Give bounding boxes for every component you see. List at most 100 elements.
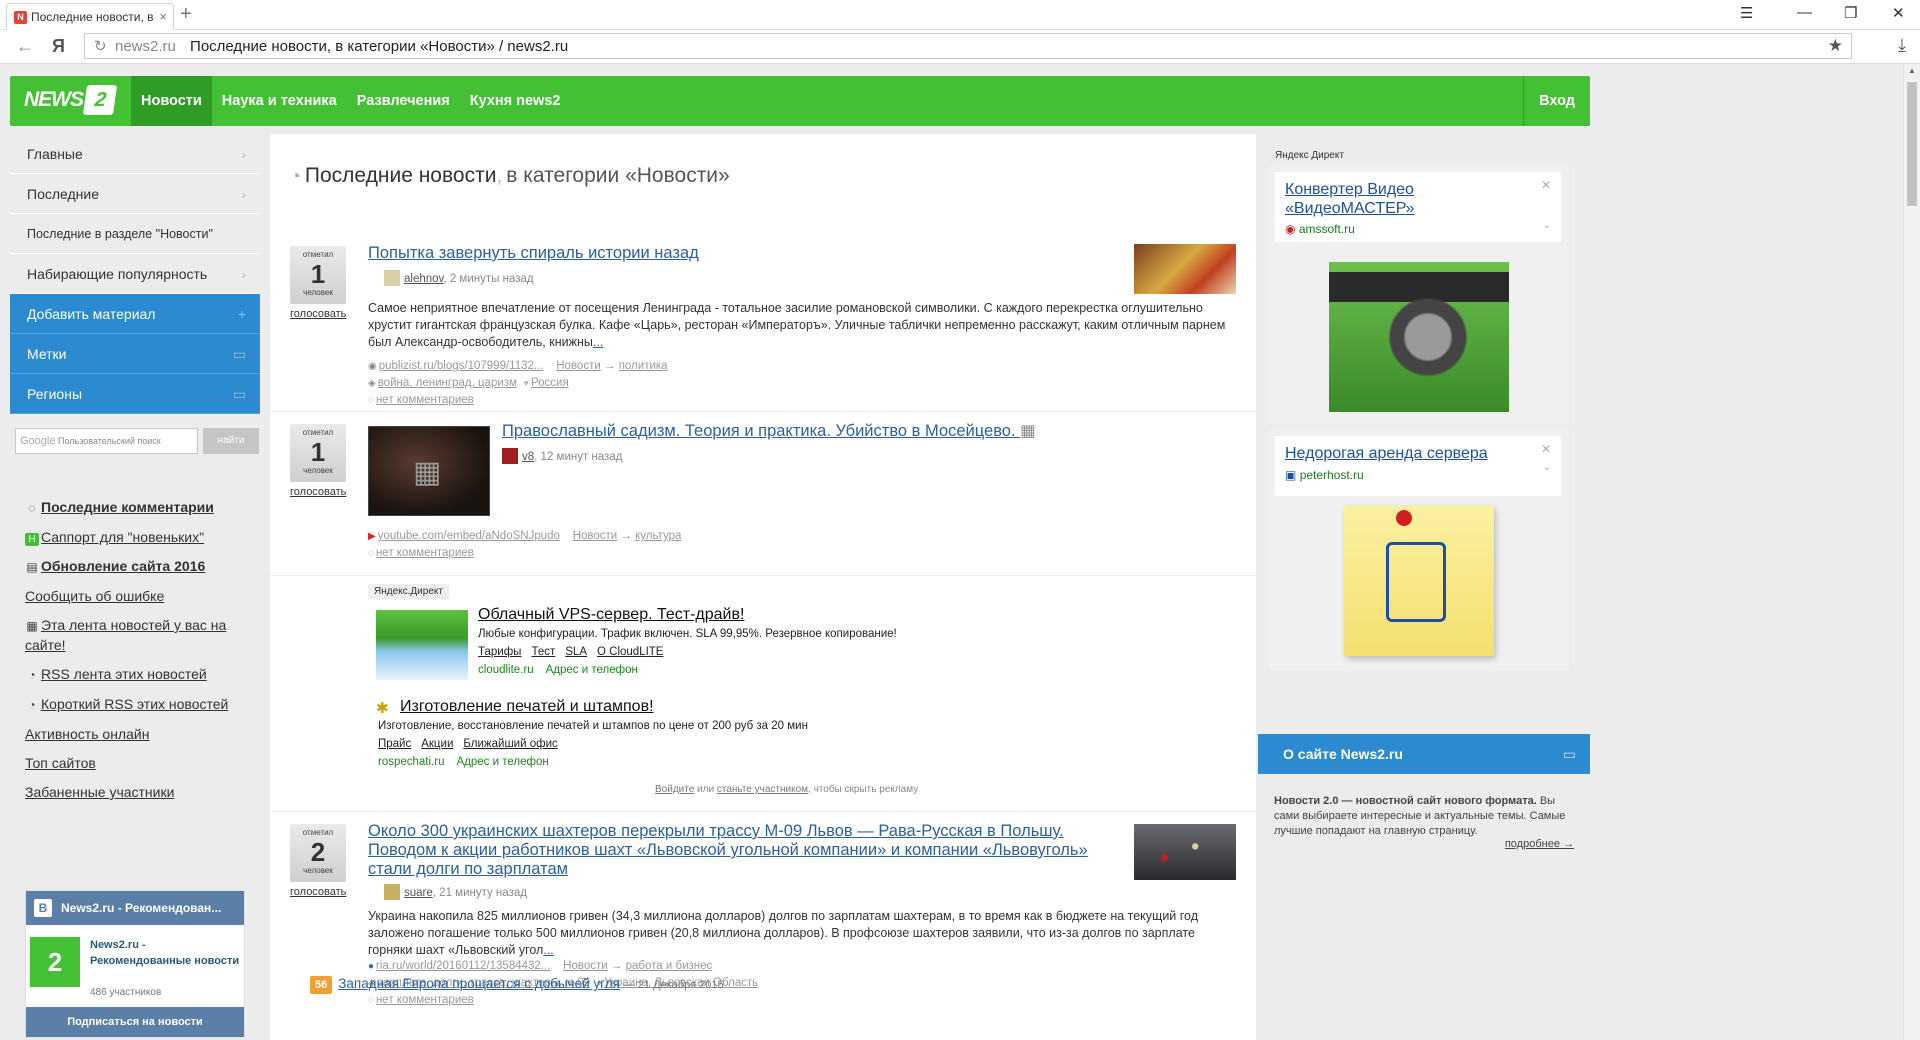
vk-subscribe-button[interactable]: Подписаться на новости <box>26 1007 244 1037</box>
post-title[interactable]: Православный садизм. Теория и практика. … <box>502 422 1202 441</box>
rss-icon[interactable]: ◔ <box>290 166 301 186</box>
sidebar-item-latest-in-section[interactable]: Последние в разделе "Новости" <box>10 214 260 254</box>
post-comments[interactable]: нет комментариев <box>376 394 474 406</box>
bookmark-star-icon[interactable]: ★ <box>1828 36 1843 56</box>
ad-title[interactable]: Конвертер Видео «ВидеоМАСТЕР» <box>1285 180 1515 218</box>
post-author[interactable]: v8 <box>522 451 534 463</box>
post-subcategory[interactable]: политика <box>619 360 668 372</box>
link-rss[interactable]: ◔ RSS лента этих новостей <box>25 665 245 685</box>
sidebar-item-regions[interactable]: Регионы ▭ <box>10 374 260 414</box>
vote-link[interactable]: голосовать <box>290 486 346 498</box>
browser-tab[interactable]: N Последние новости, в × <box>6 3 174 30</box>
ad-expand-icon[interactable]: ⌄ <box>1543 462 1551 473</box>
post-title[interactable]: Попытка завернуть спираль истории назад <box>368 244 968 263</box>
post-thumbnail[interactable] <box>1134 244 1236 294</box>
post-source[interactable]: ria.ru/world/20160112/13584432... <box>376 960 550 972</box>
vote-link[interactable]: голосовать <box>290 308 346 320</box>
browser-menu-icon[interactable]: ☰ <box>1740 4 1753 22</box>
post-comments[interactable]: нет комментариев <box>376 994 474 1006</box>
ad-sitelink[interactable]: SLA <box>565 646 587 658</box>
post-source[interactable]: publizist.ru/blogs/107999/1132... <box>379 360 544 372</box>
link-top-sites[interactable]: Топ сайтов <box>25 754 245 773</box>
link-site-update[interactable]: ▤ Обновление сайта 2016 <box>25 557 245 577</box>
ad-domain-text[interactable]: amssoft.ru <box>1299 222 1355 236</box>
ad-sitelink[interactable]: Прайс <box>378 738 411 750</box>
ad-sitelink[interactable]: О CloudLITE <box>597 646 663 658</box>
user-avatar[interactable] <box>502 448 518 464</box>
ad-expand-icon[interactable]: ⌄ <box>1543 220 1551 231</box>
user-avatar[interactable] <box>384 884 400 900</box>
related-title[interactable]: Западная Европа прощается с добычей угля <box>338 976 620 991</box>
post-subcategory[interactable]: культура <box>635 530 681 542</box>
login-button[interactable]: Вход <box>1523 76 1590 126</box>
sidebar-item-tags[interactable]: Метки ▭ <box>10 334 260 374</box>
post-region[interactable]: Россия <box>531 377 569 389</box>
ad-sitelink[interactable]: Тест <box>531 646 555 658</box>
ad-sitelink[interactable]: Акции <box>421 738 453 750</box>
ad-contact[interactable]: Адрес и телефон <box>546 664 638 676</box>
post-category[interactable]: Новости <box>573 530 618 542</box>
post-subcategory[interactable]: работа и бизнес <box>626 960 713 972</box>
post-category[interactable]: Новости <box>556 360 601 372</box>
window-close-icon[interactable]: ✕ <box>1892 4 1905 22</box>
minimize-icon[interactable]: — <box>1797 4 1812 21</box>
sidebar-item-main[interactable]: Главные › <box>10 134 260 174</box>
link-support[interactable]: H Саппорт для "новеньких" <box>25 528 245 547</box>
read-more-link[interactable]: ... <box>543 943 553 957</box>
download-icon[interactable]: ⤓ <box>1898 35 1906 56</box>
nav-item-entertainment[interactable]: Развлечения <box>347 76 460 126</box>
maximize-icon[interactable]: ❐ <box>1844 4 1857 22</box>
post-thumbnail[interactable] <box>1134 824 1236 880</box>
address-bar[interactable]: ↻ news2.ru Последние новости, в категори… <box>84 33 1852 59</box>
vk-widget-header[interactable]: B News2.ru - Рекомендован... <box>26 891 244 925</box>
video-thumbnail[interactable]: ▦ <box>368 426 490 516</box>
ad-image-video-converter[interactable] <box>1329 262 1509 412</box>
search-input[interactable]: Google Пользовательский поиск <box>15 428 198 454</box>
ad-sitelink[interactable]: Тарифы <box>478 646 521 658</box>
ad-close-icon[interactable]: ✕ <box>1541 178 1551 192</box>
refresh-icon[interactable]: ↻ <box>94 37 107 55</box>
scroll-up-icon[interactable]: ▲ <box>1908 66 1916 75</box>
nav-item-news[interactable]: Новости <box>131 76 212 126</box>
ad-domain-text[interactable]: cloudlite.ru <box>478 664 534 676</box>
scrollbar-thumb[interactable] <box>1907 82 1917 206</box>
nav-item-kitchen[interactable]: Кухня news2 <box>460 76 571 126</box>
ad-domain-text[interactable]: rospechati.ru <box>378 756 444 768</box>
ad-image-cloud[interactable] <box>376 610 468 680</box>
site-logo[interactable]: NEWS 2 <box>24 85 118 115</box>
page-scrollbar[interactable]: ▲ <box>1903 64 1920 1040</box>
join-link[interactable]: станьте участником <box>717 784 808 795</box>
link-report-error[interactable]: Сообщить об ошибке <box>25 587 245 606</box>
link-banned[interactable]: Забаненные участники <box>25 783 245 802</box>
vote-link[interactable]: голосовать <box>290 886 346 898</box>
ad-title[interactable]: Недорогая аренда сервера <box>1285 444 1515 463</box>
ad-domain-text[interactable]: peterhost.ru <box>1300 468 1364 482</box>
link-activity[interactable]: Активность онлайн <box>25 725 245 744</box>
about-section-header[interactable]: О сайте News2.ru ▭ <box>1258 734 1590 774</box>
post-author[interactable]: alehnov <box>404 273 443 285</box>
about-more-link[interactable]: подробнее → <box>1505 838 1574 850</box>
sidebar-item-latest[interactable]: Последние › <box>10 174 260 214</box>
yandex-logo-icon[interactable]: Я <box>52 36 65 57</box>
new-tab-icon[interactable]: + <box>180 3 192 26</box>
post-author[interactable]: suare <box>404 887 433 899</box>
read-more-link[interactable]: ... <box>593 335 603 349</box>
link-latest-comments[interactable]: ◌ Последние комментарии <box>25 498 245 518</box>
login-link[interactable]: Войдите <box>655 784 694 795</box>
ad-title[interactable]: Облачный VPS-сервер. Тест-драйв! <box>478 606 744 624</box>
vk-group-avatar[interactable]: 2 <box>30 937 80 987</box>
ad-contact[interactable]: Адрес и телефон <box>456 756 548 768</box>
post-source[interactable]: youtube.com/embed/aNdoSNJpudo <box>378 530 560 542</box>
sidebar-item-add-material[interactable]: Добавить материал + <box>10 294 260 334</box>
ad-card[interactable]: Конвертер Видео «ВидеоМАСТЕР» ◉ amssoft.… <box>1275 172 1561 242</box>
link-short-rss[interactable]: ◔ Короткий RSS этих новостей <box>25 695 245 715</box>
search-button[interactable]: найти <box>203 428 259 454</box>
post-title[interactable]: Около 300 украинских шахтеров перекрыли … <box>368 822 1120 879</box>
post-tags[interactable]: война, ленинград, царизм <box>378 377 517 389</box>
back-arrow-icon[interactable]: ← <box>16 36 34 57</box>
ad-title[interactable]: Изготовление печатей и штампов! <box>400 698 654 716</box>
ad-close-icon[interactable]: ✕ <box>1541 442 1551 456</box>
post-category[interactable]: Новости <box>563 960 608 972</box>
ad-sitelink[interactable]: Ближайший офис <box>463 738 557 750</box>
user-avatar[interactable] <box>384 270 400 286</box>
